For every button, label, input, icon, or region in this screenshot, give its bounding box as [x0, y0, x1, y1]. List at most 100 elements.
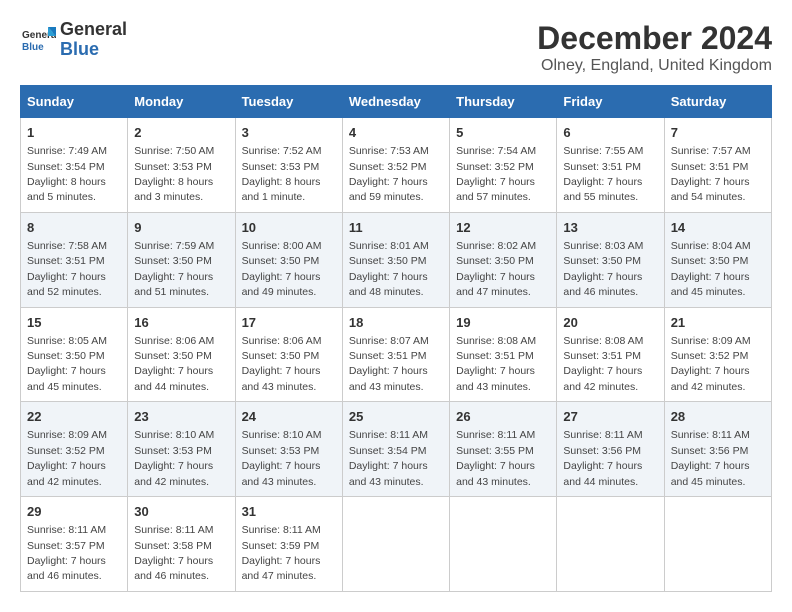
day-number: 15 — [27, 314, 121, 332]
day-info: Sunrise: 8:00 AM Sunset: 3:50 PM Dayligh… — [242, 240, 322, 298]
day-cell: 31Sunrise: 8:11 AM Sunset: 3:59 PM Dayli… — [235, 497, 342, 592]
day-number: 8 — [27, 219, 121, 237]
day-cell — [664, 497, 771, 592]
day-info: Sunrise: 8:01 AM Sunset: 3:50 PM Dayligh… — [349, 240, 429, 298]
day-number: 29 — [27, 503, 121, 521]
day-cell: 28 Sunrise: 8:11 AM Sunset: 3:56 PM Dayli… — [664, 402, 771, 497]
header-friday: Friday — [557, 86, 664, 118]
day-cell: 27 Sunrise: 8:11 AM Sunset: 3:56 PM Dayli… — [557, 402, 664, 497]
day-number: 26 — [456, 408, 550, 426]
week-row-1: 1Sunrise: 7:49 AM Sunset: 3:54 PM Daylig… — [21, 118, 772, 213]
day-number: 5 — [456, 124, 550, 142]
day-number: 18 — [349, 314, 443, 332]
day-number: 7 — [671, 124, 765, 142]
day-info: Sunrise: 8:02 AM Sunset: 3:50 PM Dayligh… — [456, 240, 536, 298]
day-info: Sunrise: 8:08 AM Sunset: 3:51 PM Dayligh… — [456, 335, 536, 393]
day-info: Sunrise: 8:11 AM Sunset: 3:54 PM Dayligh… — [349, 429, 428, 487]
day-cell: 7Sunrise: 7:57 AM Sunset: 3:51 PM Daylig… — [664, 118, 771, 213]
header-sunday: Sunday — [21, 86, 128, 118]
day-info: Sunrise: 8:09 AM Sunset: 3:52 PM Dayligh… — [27, 429, 107, 487]
day-cell: 23Sunrise: 8:10 AM Sunset: 3:53 PM Dayli… — [128, 402, 235, 497]
day-number: 14 — [671, 219, 765, 237]
day-cell: 18 Sunrise: 8:07 AM Sunset: 3:51 PM Dayli… — [342, 307, 449, 402]
day-number: 28 — [671, 408, 765, 426]
day-number: 20 — [563, 314, 657, 332]
day-info: Sunrise: 8:11 AM Sunset: 3:56 PM Dayligh… — [671, 429, 750, 487]
day-cell: 4 Sunrise: 7:53 AM Sunset: 3:52 PM Daylig… — [342, 118, 449, 213]
day-cell — [557, 497, 664, 592]
day-info: Sunrise: 8:04 AM Sunset: 3:50 PM Dayligh… — [671, 240, 751, 298]
day-cell: 29Sunrise: 8:11 AM Sunset: 3:57 PM Dayli… — [21, 497, 128, 592]
day-cell: 22Sunrise: 8:09 AM Sunset: 3:52 PM Dayli… — [21, 402, 128, 497]
day-number: 21 — [671, 314, 765, 332]
day-cell: 3 Sunrise: 7:52 AM Sunset: 3:53 PM Daylig… — [235, 118, 342, 213]
day-info: Sunrise: 8:11 AM Sunset: 3:55 PM Dayligh… — [456, 429, 535, 487]
header-monday: Monday — [128, 86, 235, 118]
day-cell: 1Sunrise: 7:49 AM Sunset: 3:54 PM Daylig… — [21, 118, 128, 213]
day-info: Sunrise: 7:53 AM Sunset: 3:52 PM Dayligh… — [349, 145, 429, 203]
day-info: Sunrise: 7:58 AM Sunset: 3:51 PM Dayligh… — [27, 240, 107, 298]
day-cell — [342, 497, 449, 592]
day-info: Sunrise: 8:11 AM Sunset: 3:58 PM Dayligh… — [134, 524, 213, 582]
day-info: Sunrise: 7:52 AM Sunset: 3:53 PM Dayligh… — [242, 145, 322, 203]
calendar-table: SundayMondayTuesdayWednesdayThursdayFrid… — [20, 85, 772, 592]
day-cell: 9 Sunrise: 7:59 AM Sunset: 3:50 PM Daylig… — [128, 212, 235, 307]
day-number: 2 — [134, 124, 228, 142]
day-info: Sunrise: 7:55 AM Sunset: 3:51 PM Dayligh… — [563, 145, 643, 203]
day-cell: 6Sunrise: 7:55 AM Sunset: 3:51 PM Daylig… — [557, 118, 664, 213]
day-info: Sunrise: 8:05 AM Sunset: 3:50 PM Dayligh… — [27, 335, 107, 393]
day-number: 27 — [563, 408, 657, 426]
month-title: December 2024 — [537, 20, 772, 57]
week-row-2: 8 Sunrise: 7:58 AM Sunset: 3:51 PM Daylig… — [21, 212, 772, 307]
day-cell: 8 Sunrise: 7:58 AM Sunset: 3:51 PM Daylig… — [21, 212, 128, 307]
logo-text-general: General — [60, 20, 127, 40]
day-info: Sunrise: 8:09 AM Sunset: 3:52 PM Dayligh… — [671, 335, 751, 393]
day-cell: 16Sunrise: 8:06 AM Sunset: 3:50 PM Dayli… — [128, 307, 235, 402]
location: Olney, England, United Kingdom — [537, 57, 772, 75]
day-cell: 12 Sunrise: 8:02 AM Sunset: 3:50 PM Dayli… — [450, 212, 557, 307]
header-wednesday: Wednesday — [342, 86, 449, 118]
logo-icon: General Blue — [20, 22, 56, 58]
day-number: 4 — [349, 124, 443, 142]
day-cell: 15 Sunrise: 8:05 AM Sunset: 3:50 PM Dayli… — [21, 307, 128, 402]
day-number: 25 — [349, 408, 443, 426]
day-cell: 19 Sunrise: 8:08 AM Sunset: 3:51 PM Dayli… — [450, 307, 557, 402]
day-number: 13 — [563, 219, 657, 237]
header-saturday: Saturday — [664, 86, 771, 118]
day-cell: 2Sunrise: 7:50 AM Sunset: 3:53 PM Daylig… — [128, 118, 235, 213]
day-cell: 20 Sunrise: 8:08 AM Sunset: 3:51 PM Dayli… — [557, 307, 664, 402]
day-number: 9 — [134, 219, 228, 237]
day-number: 30 — [134, 503, 228, 521]
day-number: 19 — [456, 314, 550, 332]
calendar-body: 1Sunrise: 7:49 AM Sunset: 3:54 PM Daylig… — [21, 118, 772, 592]
day-number: 16 — [134, 314, 228, 332]
logo: General Blue General Blue — [20, 20, 127, 60]
day-info: Sunrise: 7:54 AM Sunset: 3:52 PM Dayligh… — [456, 145, 536, 203]
day-info: Sunrise: 8:07 AM Sunset: 3:51 PM Dayligh… — [349, 335, 429, 393]
day-info: Sunrise: 8:11 AM Sunset: 3:56 PM Dayligh… — [563, 429, 642, 487]
header-tuesday: Tuesday — [235, 86, 342, 118]
day-cell: 30 Sunrise: 8:11 AM Sunset: 3:58 PM Dayli… — [128, 497, 235, 592]
week-row-5: 29Sunrise: 8:11 AM Sunset: 3:57 PM Dayli… — [21, 497, 772, 592]
page-header: General Blue General Blue December 2024 … — [20, 20, 772, 75]
day-cell: 25 Sunrise: 8:11 AM Sunset: 3:54 PM Dayli… — [342, 402, 449, 497]
day-number: 12 — [456, 219, 550, 237]
week-row-4: 22Sunrise: 8:09 AM Sunset: 3:52 PM Dayli… — [21, 402, 772, 497]
logo-text-blue: Blue — [60, 40, 127, 60]
day-info: Sunrise: 7:49 AM Sunset: 3:54 PM Dayligh… — [27, 145, 107, 203]
day-cell: 24Sunrise: 8:10 AM Sunset: 3:53 PM Dayli… — [235, 402, 342, 497]
day-cell: 21 Sunrise: 8:09 AM Sunset: 3:52 PM Dayli… — [664, 307, 771, 402]
day-number: 3 — [242, 124, 336, 142]
day-info: Sunrise: 8:10 AM Sunset: 3:53 PM Dayligh… — [134, 429, 214, 487]
title-area: December 2024 Olney, England, United Kin… — [537, 20, 772, 75]
day-cell: 26 Sunrise: 8:11 AM Sunset: 3:55 PM Dayli… — [450, 402, 557, 497]
day-info: Sunrise: 7:59 AM Sunset: 3:50 PM Dayligh… — [134, 240, 214, 298]
day-cell: 10Sunrise: 8:00 AM Sunset: 3:50 PM Dayli… — [235, 212, 342, 307]
day-info: Sunrise: 8:08 AM Sunset: 3:51 PM Dayligh… — [563, 335, 643, 393]
day-cell: 5 Sunrise: 7:54 AM Sunset: 3:52 PM Daylig… — [450, 118, 557, 213]
day-info: Sunrise: 8:11 AM Sunset: 3:59 PM Dayligh… — [242, 524, 321, 582]
day-cell: 11Sunrise: 8:01 AM Sunset: 3:50 PM Dayli… — [342, 212, 449, 307]
day-cell: 13Sunrise: 8:03 AM Sunset: 3:50 PM Dayli… — [557, 212, 664, 307]
header-thursday: Thursday — [450, 86, 557, 118]
week-row-3: 15 Sunrise: 8:05 AM Sunset: 3:50 PM Dayli… — [21, 307, 772, 402]
